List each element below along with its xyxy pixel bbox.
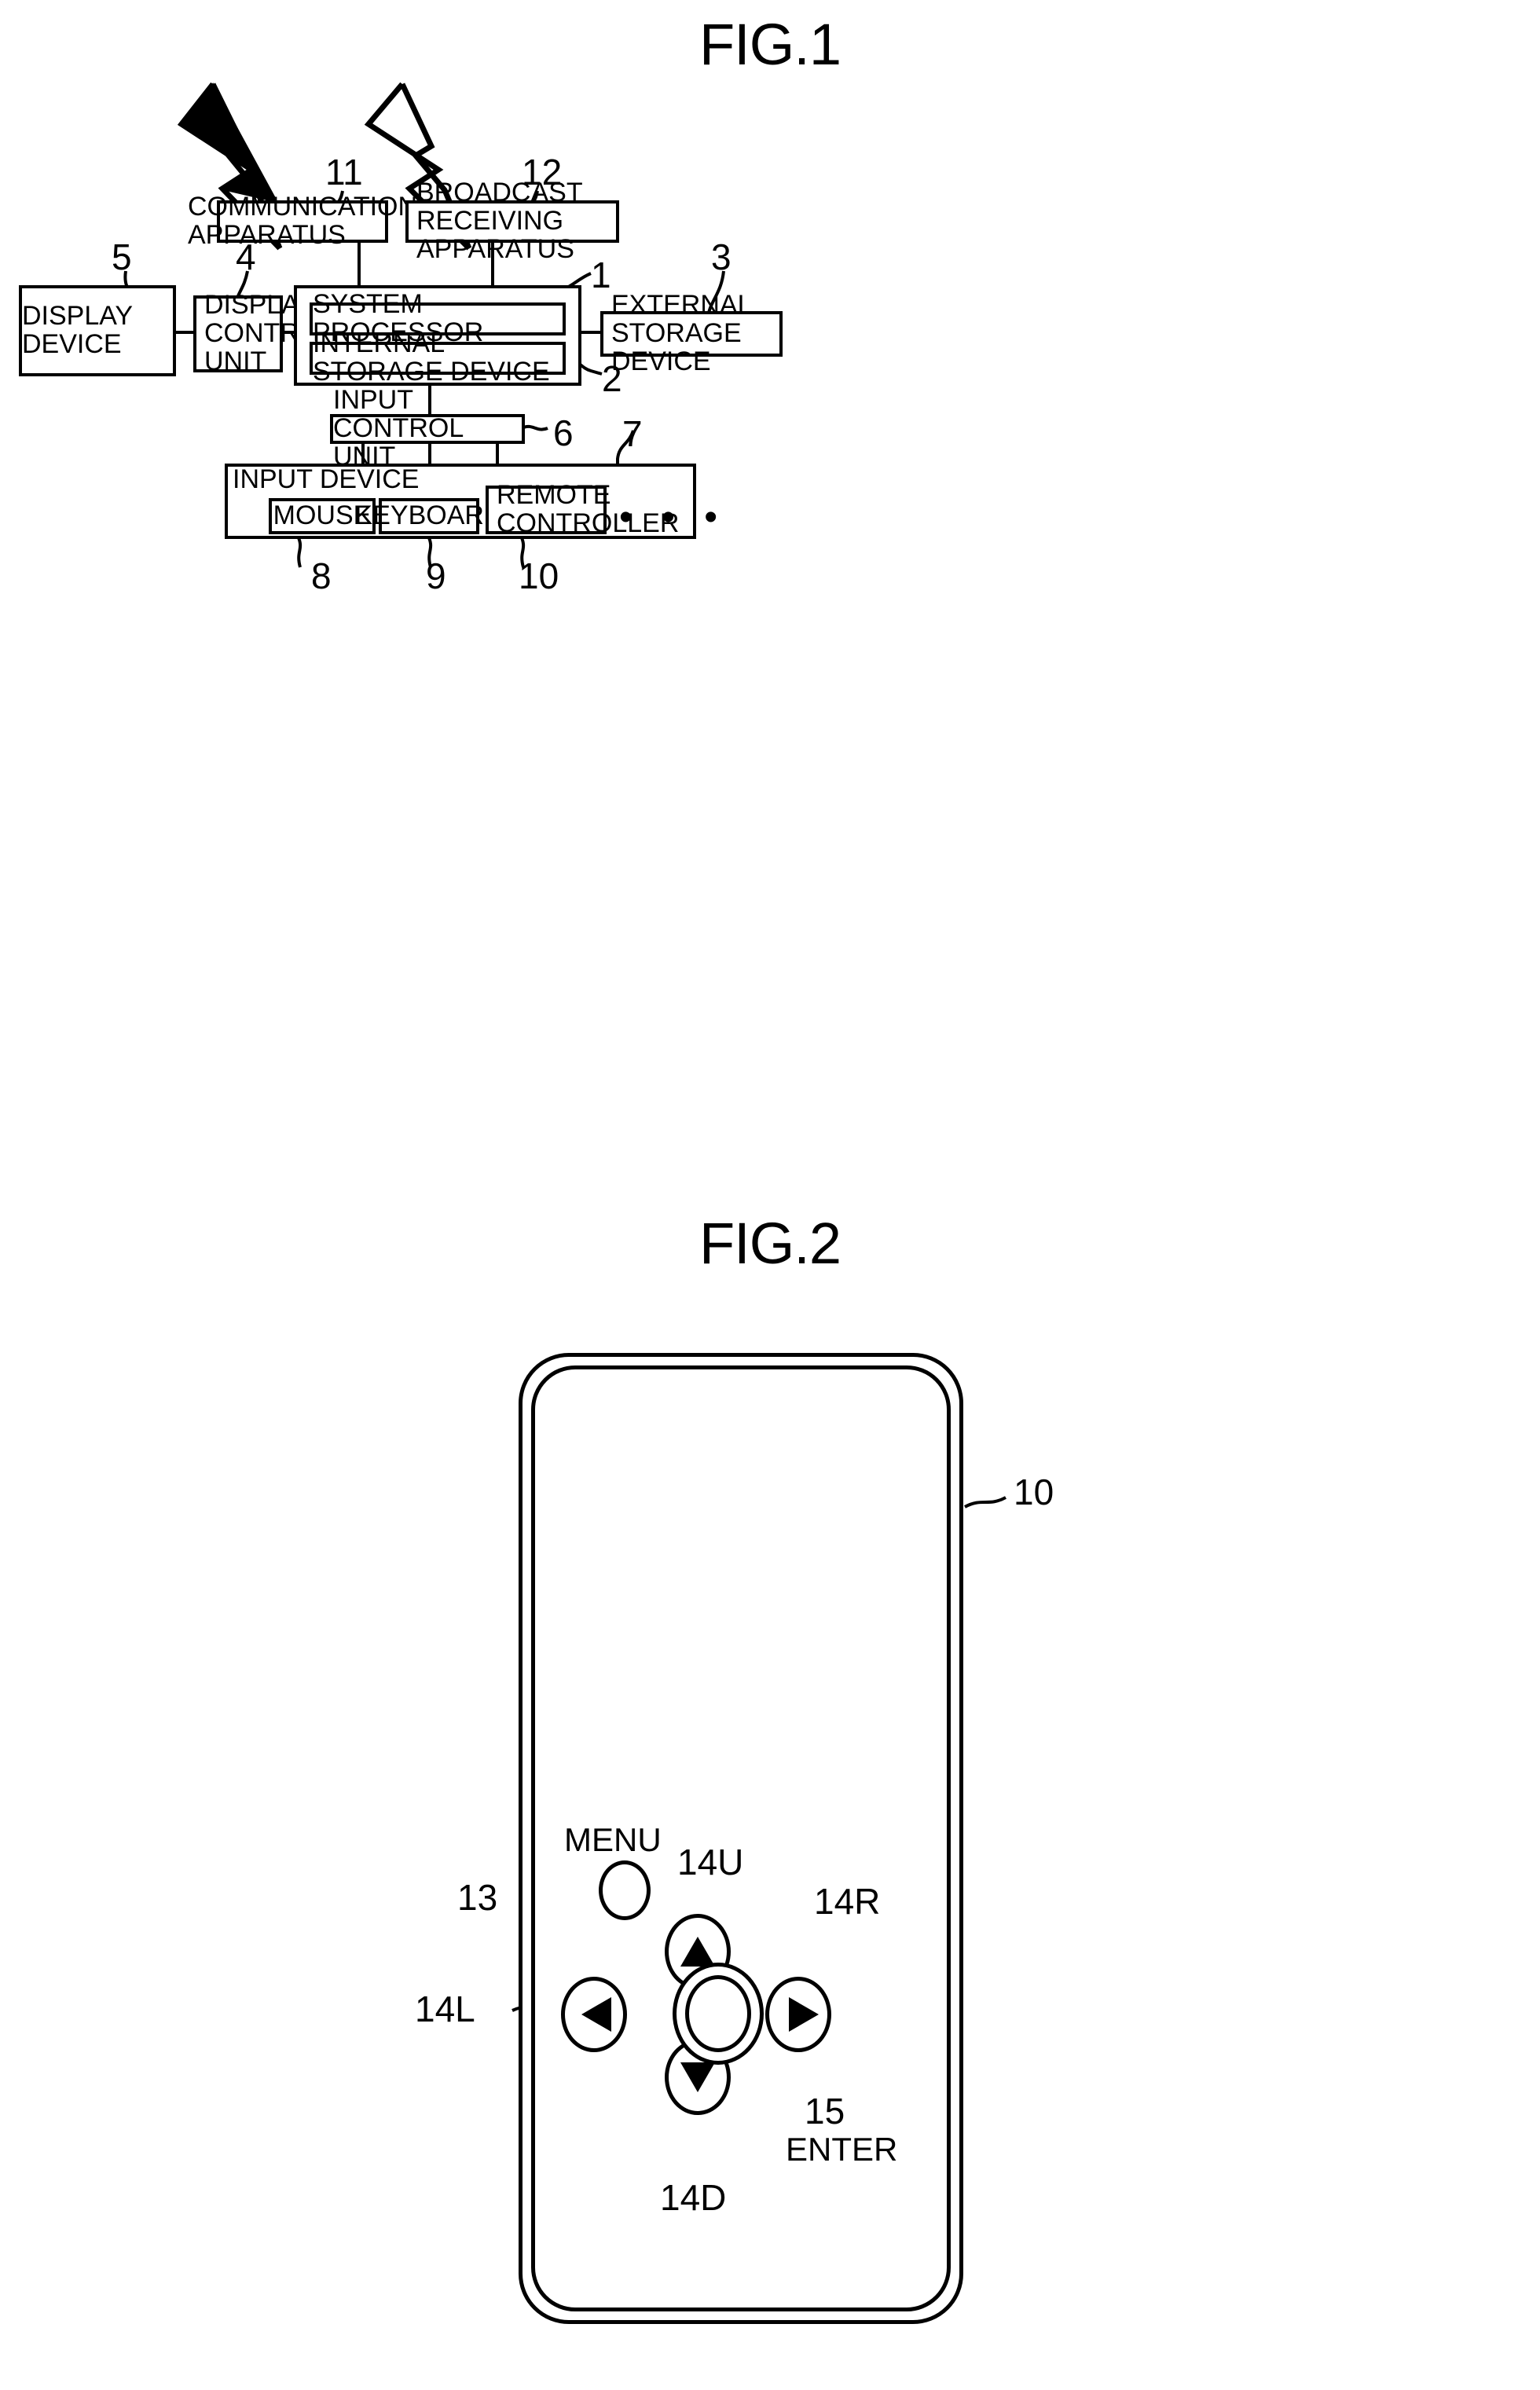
ref-numeral-8: 8 — [311, 555, 332, 596]
block-input-control-unit: INPUT CONTROL UNIT — [330, 387, 525, 471]
ellipsis-more-input-devices: • • • — [619, 497, 728, 538]
block-label-input-control-unit: INPUT CONTROL UNIT — [333, 385, 463, 471]
ref-numeral-6: 6 — [553, 412, 574, 453]
block-label-input-device: INPUT DEVICE — [233, 464, 420, 494]
patent-figure-sheet: FIG.1 11 12 5 4 1 3 2 6 7 8 9 10 COMMUNI… — [0, 0, 1540, 2390]
block-display-control-unit: DISPLAY CONTROL UNIT — [193, 291, 335, 376]
connector-main-to-external — [581, 331, 600, 334]
ref-numeral-14D: 14D — [660, 2177, 727, 2218]
leader-line-6 — [521, 424, 548, 431]
ref-numeral-14R: 14R — [814, 1881, 881, 1922]
block-display-device: DISPLAY DEVICE — [19, 285, 176, 376]
enter-button-label: ENTER — [786, 2131, 898, 2168]
leader-line-8 — [295, 533, 302, 568]
block-external-storage-device: EXTERNAL STORAGE DEVICE — [600, 291, 783, 376]
figure-2-title: FIG.2 — [698, 1211, 842, 1276]
ref-numeral-9: 9 — [426, 555, 446, 596]
ref-numeral-7: 7 — [622, 413, 643, 454]
triangle-down-icon — [680, 2062, 715, 2092]
block-keyboard: KEYBOARD — [355, 498, 503, 534]
ref-numeral-3: 3 — [711, 236, 732, 277]
block-remote-controller: REMOTE CONTROLLER — [486, 481, 679, 537]
block-broadcast-receiving-apparatus: BROADCAST RECEIVING APPARATUS — [405, 179, 619, 263]
ref-numeral-15: 15 — [805, 2091, 845, 2132]
triangle-up-icon — [680, 1937, 715, 1967]
triangle-right-icon — [789, 1997, 819, 2032]
block-label-keyboard: KEYBOARD — [354, 500, 504, 531]
block-label-communication-apparatus: COMMUNICATION APPARATUS — [187, 192, 418, 250]
figure-1-title: FIG.1 — [698, 12, 842, 77]
ref-numeral-14U: 14U — [677, 1842, 744, 1882]
block-communication-apparatus: COMMUNICATION APPARATUS — [188, 192, 417, 249]
ref-numeral-5: 5 — [112, 236, 132, 277]
ref-numeral-14L: 14L — [415, 1989, 475, 2029]
block-label-broadcast-receiving-apparatus: BROADCAST RECEIVING APPARATUS — [416, 178, 582, 264]
ref-numeral-11: 11 — [325, 152, 363, 192]
ref-numeral-10-fig2: 10 — [1014, 1472, 1054, 1512]
block-label-display-device: DISPLAY DEVICE — [22, 301, 133, 359]
ref-numeral-13: 13 — [457, 1877, 498, 1918]
block-internal-storage-device: INTERNAL STORAGE DEVICE — [310, 329, 566, 386]
menu-button-label: MENU — [564, 1821, 662, 1858]
ref-numeral-10: 10 — [519, 555, 559, 596]
lightning-bolt-icon-left — [180, 82, 284, 210]
enter-button[interactable] — [685, 1975, 751, 2052]
menu-button[interactable] — [599, 1860, 651, 1920]
triangle-left-icon — [581, 1997, 611, 2032]
block-label-external-storage-device: EXTERNAL STORAGE DEVICE — [611, 290, 752, 376]
leader-line-10-fig2 — [964, 1496, 1006, 1508]
connector-display-to-dcu — [176, 331, 193, 334]
block-label-internal-storage-device: INTERNAL STORAGE DEVICE — [313, 328, 550, 387]
